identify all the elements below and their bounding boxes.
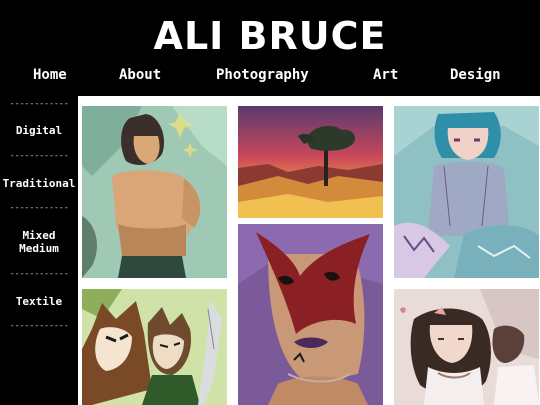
artwork-animal-characters-icon <box>82 289 227 405</box>
category-sidebar: ------------ Digital ------------ Tradit… <box>0 96 79 405</box>
artwork-digital-figure-icon <box>82 106 227 278</box>
sidebar-divider: ------------ <box>9 151 69 161</box>
main-nav: Home About Photography Art Design <box>0 66 540 86</box>
sidebar-divider: ------------ <box>9 203 69 213</box>
gallery-item-1[interactable] <box>82 106 227 278</box>
nav-art-link[interactable]: Art <box>373 66 398 84</box>
sidebar-divider: ------------ <box>9 99 69 109</box>
artwork-red-mask-portrait-icon <box>238 224 383 405</box>
sidebar-item-digital[interactable]: Digital <box>0 124 84 137</box>
sidebar-item-textile[interactable]: Textile <box>0 295 84 308</box>
gallery <box>78 96 540 405</box>
site-header: ALI BRUCE Home About Photography Art Des… <box>0 0 540 96</box>
artwork-curly-hair-girl-icon <box>394 289 539 405</box>
nav-about-link[interactable]: About <box>119 66 161 84</box>
gallery-item-6[interactable] <box>394 289 539 405</box>
sidebar-divider: ------------ <box>9 269 69 279</box>
nav-design-link[interactable]: Design <box>450 66 501 84</box>
sidebar-divider: ------------ <box>9 321 69 331</box>
gallery-item-3[interactable] <box>394 106 539 278</box>
nav-home-link[interactable]: Home <box>33 66 67 84</box>
sidebar-item-mixed-medium[interactable]: Mixed Medium <box>0 229 84 255</box>
site-title: ALI BRUCE <box>153 14 387 58</box>
gallery-item-4[interactable] <box>82 289 227 405</box>
gallery-item-2[interactable] <box>238 106 383 218</box>
gallery-item-5[interactable] <box>238 224 383 405</box>
sidebar-item-traditional[interactable]: Traditional <box>0 177 84 190</box>
nav-photography-link[interactable]: Photography <box>216 66 309 84</box>
artwork-sunset-tree-icon <box>238 106 383 218</box>
artwork-blue-hair-girl-icon <box>394 106 539 278</box>
